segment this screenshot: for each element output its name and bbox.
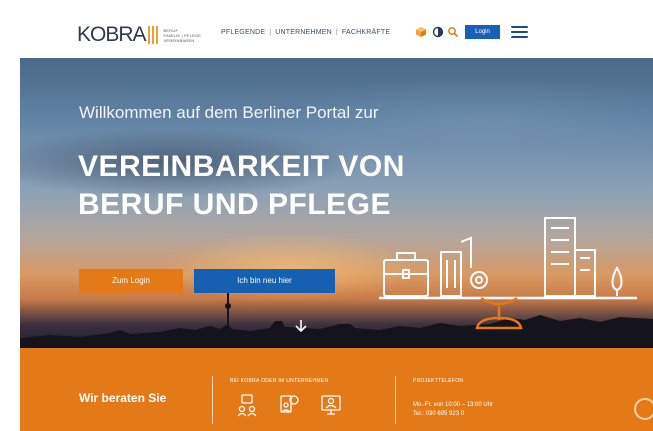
band-divider: [212, 376, 213, 424]
login-button[interactable]: Login: [465, 25, 500, 39]
nav-separator: |: [269, 29, 272, 36]
nav-separator: |: [335, 29, 338, 36]
cube-icon[interactable]: [415, 26, 427, 38]
main-nav: PFLEGENDE | UNTERNEHMEN | FACHKRÄFTE: [221, 29, 390, 36]
nav-fachkraefte[interactable]: FACHKRÄFTE: [342, 29, 390, 36]
kobra-logo[interactable]: KOBRA BERUF FAMILIE | PFLEGE VEREINBAREN: [77, 23, 202, 46]
logo-sub-line: FAMILIE | PFLEGE: [163, 32, 202, 38]
headline-line: BERUF UND PFLEGE: [78, 188, 392, 221]
scroll-down-icon[interactable]: [294, 319, 308, 333]
band-heading-phone: PROJEKTTELEFON: [413, 378, 464, 384]
menu-icon[interactable]: [511, 26, 528, 39]
balance-illustration: [379, 217, 637, 330]
nav-unternehmen[interactable]: UNTERNEHMEN: [275, 29, 332, 36]
site-header: KOBRA BERUF FAMILIE | PFLEGE VEREINBAREN…: [20, 12, 653, 58]
consulting-band: Wir beraten Sie BEI KOBRA ODER IM UNTERN…: [20, 348, 653, 431]
band-heading-location: BEI KOBRA ODER IM UNTERNEHMEN: [230, 378, 329, 384]
logo-sub-line: VEREINBAREN: [163, 37, 195, 43]
new-here-button[interactable]: Ich bin neu hier: [194, 269, 335, 293]
page-headline: VEREINBARKEIT VON BERUF UND PFLEGE: [78, 148, 405, 224]
logo-bars: [147, 26, 160, 44]
hero-section: Willkommen auf dem Berliner Portal zur V…: [20, 58, 653, 348]
phone-info: Mo.-Fr. von 10:00 – 13:00 Uhr Tel.: 030 …: [413, 401, 493, 419]
people-chat-icon[interactable]: [237, 394, 257, 418]
chat-widget-icon[interactable]: [634, 398, 653, 420]
band-title: Wir beraten Sie: [79, 391, 167, 405]
office-hours: Mo.-Fr. von 10:00 – 13:00 Uhr: [413, 402, 494, 408]
band-divider: [395, 376, 396, 424]
page: KOBRA BERUF FAMILIE | PFLEGE VEREINBAREN…: [20, 12, 653, 431]
zum-login-button[interactable]: Zum Login: [79, 269, 183, 293]
consult-icons: [237, 394, 363, 418]
search-icon[interactable]: [447, 26, 459, 38]
logo-subtitle: BERUF FAMILIE | PFLEGE VEREINBAREN: [164, 28, 202, 43]
monitor-person-icon[interactable]: [321, 394, 341, 418]
person-speech-icon[interactable]: [279, 394, 299, 418]
logo-wordmark: KOBRA: [77, 23, 147, 46]
contrast-icon[interactable]: [432, 26, 444, 38]
welcome-text: Willkommen auf dem Berliner Portal zur: [79, 103, 379, 122]
phone-number[interactable]: Tel.: 030 695 923 0: [413, 410, 493, 419]
headline-line: VEREINBARKEIT VON: [78, 150, 405, 183]
nav-pflegende[interactable]: PFLEGENDE: [221, 29, 265, 36]
